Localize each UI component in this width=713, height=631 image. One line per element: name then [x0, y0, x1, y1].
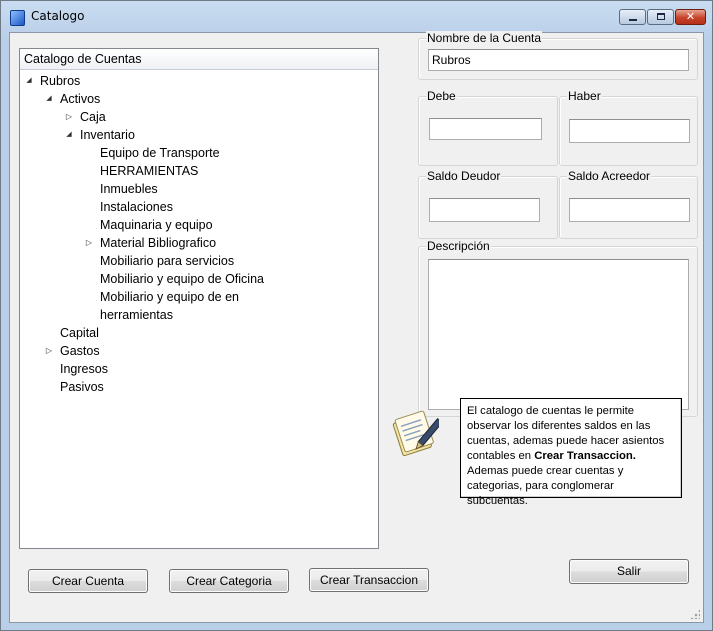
tree-node[interactable]: Mobiliario para servicios [20, 252, 378, 270]
saldo-acreedor-input[interactable] [569, 198, 690, 222]
tree-node-label: Inmuebles [100, 182, 158, 196]
tree-node[interactable]: Mobiliario y equipo de Oficina [20, 270, 378, 288]
tree-node[interactable]: Equipo de Transporte [20, 144, 378, 162]
tree-node[interactable]: Maquinaria y equipo [20, 216, 378, 234]
expanded-arrow-icon[interactable]: ◢ [64, 126, 74, 144]
tree-node-label: herramientas [100, 308, 173, 322]
tree-node-label: Instalaciones [100, 200, 173, 214]
tree-node-label: Gastos [60, 344, 100, 358]
maximize-icon [657, 13, 665, 20]
tree-node[interactable]: ▷ Caja [20, 108, 378, 126]
account-tree[interactable]: Catalogo de Cuentas ◢ Rubros ◢ Activos ▷ Caja… [19, 48, 379, 549]
nombre-input[interactable] [428, 49, 689, 71]
tree-node-label: Maquinaria y equipo [100, 218, 213, 232]
tree-node-label: Pasivos [60, 380, 104, 394]
tree-node[interactable]: herramientas [20, 306, 378, 324]
saldo-deudor-label: Saldo Deudor [426, 169, 502, 183]
tree-node-label: Capital [60, 326, 99, 340]
expanded-arrow-icon[interactable]: ◢ [44, 90, 54, 108]
descripcion-textarea[interactable] [428, 259, 689, 410]
tree-body: ◢ Rubros ◢ Activos ▷ Caja ◢ Inventario Equipo de… [20, 70, 378, 396]
close-button[interactable]: ✕ [675, 9, 706, 25]
tree-node[interactable]: ◢ Rubros [20, 72, 378, 90]
tree-node-label: HERRAMIENTAS [100, 164, 199, 178]
debe-input[interactable] [429, 118, 542, 140]
client-area: Catalogo de Cuentas ◢ Rubros ◢ Activos ▷ Caja… [9, 31, 704, 623]
tree-node-label: Equipo de Transporte [100, 146, 220, 160]
tree-node[interactable]: Instalaciones [20, 198, 378, 216]
catalogo-window: Catalogo ✕ Catalogo de Cuentas ◢ Rubros ◢ A… [0, 0, 713, 631]
debe-label: Debe [426, 89, 457, 103]
collapsed-arrow-icon[interactable]: ▷ [64, 108, 74, 126]
tree-header: Catalogo de Cuentas [20, 49, 378, 70]
haber-group: Haber [559, 89, 698, 166]
saldo-deudor-input[interactable] [429, 198, 540, 222]
info-text-bold: Crear Transaccion. [534, 450, 636, 462]
haber-label: Haber [567, 89, 602, 103]
window-title: Catalogo [31, 9, 85, 23]
tree-node[interactable]: Inmuebles [20, 180, 378, 198]
saldo-deudor-group: Saldo Deudor [418, 169, 558, 239]
nombre-label: Nombre de la Cuenta [426, 31, 543, 45]
tree-node[interactable]: Mobiliario y equipo de en [20, 288, 378, 306]
tree-node-label: Mobiliario y equipo de Oficina [100, 272, 264, 286]
saldo-acreedor-label: Saldo Acreedor [567, 169, 652, 183]
minimize-button[interactable] [619, 9, 646, 25]
info-text-box: El catalogo de cuentas le permite observ… [460, 398, 682, 507]
tree-node[interactable]: Ingresos [20, 360, 378, 378]
salir-button[interactable]: Salir [569, 559, 689, 584]
saldo-acreedor-group: Saldo Acreedor [559, 169, 698, 239]
tree-node-label: Material Bibliografico [100, 236, 217, 250]
descripcion-label: Descripción [426, 239, 491, 253]
crear-categoria-button[interactable]: Crear Categoria [169, 569, 289, 593]
tree-node[interactable]: ◢ Inventario [20, 126, 378, 144]
tree-node[interactable]: ▷ Gastos [20, 342, 378, 360]
collapsed-arrow-icon[interactable]: ▷ [84, 234, 94, 252]
title-bar[interactable]: Catalogo ✕ [1, 1, 712, 33]
haber-input[interactable] [569, 119, 690, 143]
crear-cuenta-button[interactable]: Crear Cuenta [28, 569, 148, 593]
tree-node-label: Inventario [80, 128, 135, 142]
tree-node-label: Mobiliario para servicios [100, 254, 235, 268]
tree-node[interactable]: Capital [20, 324, 378, 342]
nombre-group: Nombre de la Cuenta [418, 31, 698, 80]
tree-node-label: Activos [60, 92, 101, 106]
descripcion-group: Descripción [418, 239, 698, 417]
info-text-after: Ademas puede crear cuentas y categorias,… [467, 465, 624, 507]
app-icon [10, 10, 25, 26]
resize-grip[interactable] [690, 609, 700, 619]
minimize-icon [629, 19, 637, 21]
tree-node-label: Ingresos [60, 362, 108, 376]
tree-node[interactable]: Pasivos [20, 378, 378, 396]
document-pen-icon [392, 410, 439, 456]
crear-transaccion-button[interactable]: Crear Transaccion [309, 568, 429, 592]
tree-node[interactable]: HERRAMIENTAS [20, 162, 378, 180]
tree-node-label: Caja [80, 110, 106, 124]
maximize-button[interactable] [647, 9, 674, 25]
debe-group: Debe [418, 89, 558, 166]
expanded-arrow-icon[interactable]: ◢ [24, 72, 34, 90]
tree-node-label: Rubros [40, 74, 81, 88]
tree-node[interactable]: ◢ Activos [20, 90, 378, 108]
tree-node-label: Mobiliario y equipo de en [100, 290, 239, 304]
close-icon: ✕ [685, 10, 696, 23]
collapsed-arrow-icon[interactable]: ▷ [44, 342, 54, 360]
tree-node[interactable]: ▷ Material Bibliografico [20, 234, 378, 252]
